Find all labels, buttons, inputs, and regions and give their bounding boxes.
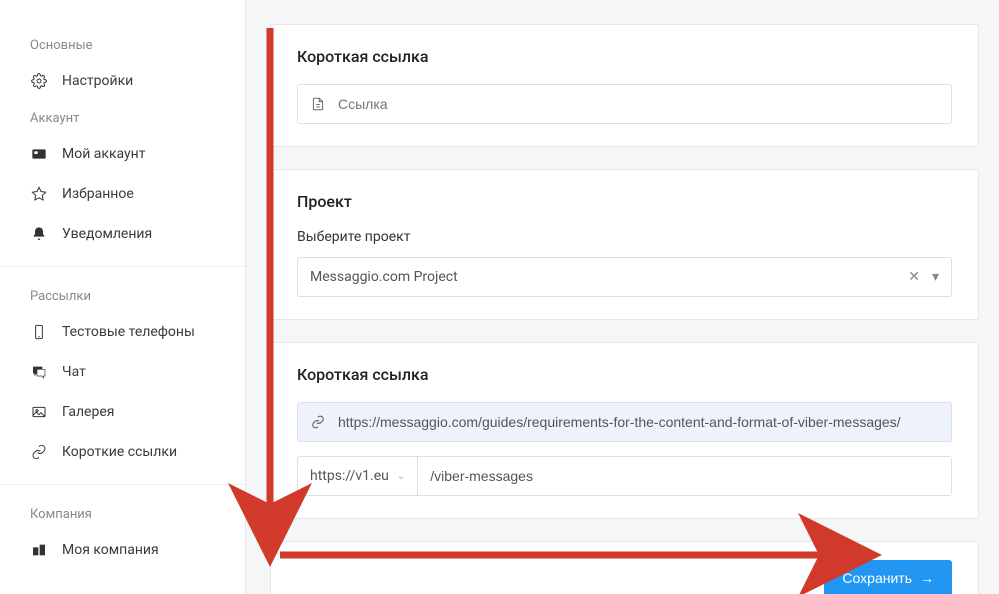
- sidebar-item-favorites[interactable]: Избранное: [0, 174, 245, 214]
- card-short-link-input: Короткая ссылка: [270, 24, 979, 147]
- sidebar-item-test-phones[interactable]: Тестовые телефоны: [0, 312, 245, 352]
- sidebar-section-account: Аккаунт: [0, 101, 245, 134]
- sidebar-section-mailings: Рассылки: [0, 279, 245, 312]
- footer-actions: Сохранить →: [270, 541, 979, 594]
- link-icon: [298, 415, 338, 429]
- main-content: Короткая ссылка Проект Выберите проект M…: [246, 0, 999, 594]
- card-project: Проект Выберите проект Messaggio.com Pro…: [270, 169, 979, 320]
- link-icon: [30, 443, 48, 461]
- id-card-icon: [30, 145, 48, 163]
- link-input-row[interactable]: [297, 84, 952, 124]
- sidebar-item-label: Короткие ссылки: [62, 444, 177, 460]
- chevron-down-icon[interactable]: ▾: [932, 269, 939, 285]
- chevron-down-icon: ⌄: [397, 471, 405, 482]
- sidebar-item-label: Чат: [62, 364, 86, 380]
- link-input[interactable]: [338, 96, 951, 112]
- card-title: Короткая ссылка: [297, 47, 952, 66]
- full-url-display: [297, 402, 952, 442]
- project-selected-value: Messaggio.com Project: [310, 269, 908, 285]
- sidebar-item-chat[interactable]: Чат: [0, 352, 245, 392]
- card-title: Короткая ссылка: [297, 365, 952, 384]
- short-url-row: https://v1.eu ⌄: [297, 456, 952, 496]
- card-short-link-result: Короткая ссылка https://v1.eu ⌄: [270, 342, 979, 519]
- domain-value: https://v1.eu: [310, 468, 389, 484]
- sidebar: Основные Настройки Аккаунт Мой аккаунт И…: [0, 0, 246, 594]
- sidebar-item-label: Тестовые телефоны: [62, 324, 195, 340]
- sidebar-item-settings[interactable]: Настройки: [0, 61, 245, 101]
- sidebar-item-label: Настройки: [62, 73, 133, 89]
- project-select[interactable]: Messaggio.com Project ✕ ▾: [297, 257, 952, 297]
- save-button[interactable]: Сохранить →: [824, 560, 952, 594]
- save-button-label: Сохранить: [842, 570, 912, 586]
- sidebar-item-label: Моя компания: [62, 542, 159, 558]
- chat-icon: [30, 363, 48, 381]
- clear-icon[interactable]: ✕: [908, 269, 920, 285]
- gallery-icon: [30, 403, 48, 421]
- sidebar-item-label: Избранное: [62, 186, 134, 202]
- sidebar-section-main: Основные: [0, 28, 245, 61]
- slug-input[interactable]: [418, 457, 951, 495]
- sidebar-item-label: Галерея: [62, 404, 114, 420]
- arrow-right-icon: →: [920, 570, 934, 586]
- sidebar-item-company[interactable]: Моя компания: [0, 530, 245, 570]
- company-icon: [30, 541, 48, 559]
- sidebar-item-label: Уведомления: [62, 226, 152, 242]
- gear-icon: [30, 72, 48, 90]
- sidebar-item-notifications[interactable]: Уведомления: [0, 214, 245, 254]
- sidebar-item-short-links[interactable]: Короткие ссылки: [0, 432, 245, 472]
- document-icon: [298, 97, 338, 111]
- phone-icon: [30, 323, 48, 341]
- divider: [0, 484, 245, 485]
- divider: [0, 266, 245, 267]
- sidebar-section-company: Компания: [0, 497, 245, 530]
- full-url-value: [338, 414, 951, 430]
- star-icon: [30, 185, 48, 203]
- card-title: Проект: [297, 192, 952, 211]
- project-field-label: Выберите проект: [297, 229, 952, 245]
- domain-select[interactable]: https://v1.eu ⌄: [298, 457, 418, 495]
- sidebar-item-gallery[interactable]: Галерея: [0, 392, 245, 432]
- bell-icon: [30, 225, 48, 243]
- sidebar-item-account[interactable]: Мой аккаунт: [0, 134, 245, 174]
- sidebar-item-label: Мой аккаунт: [62, 146, 145, 162]
